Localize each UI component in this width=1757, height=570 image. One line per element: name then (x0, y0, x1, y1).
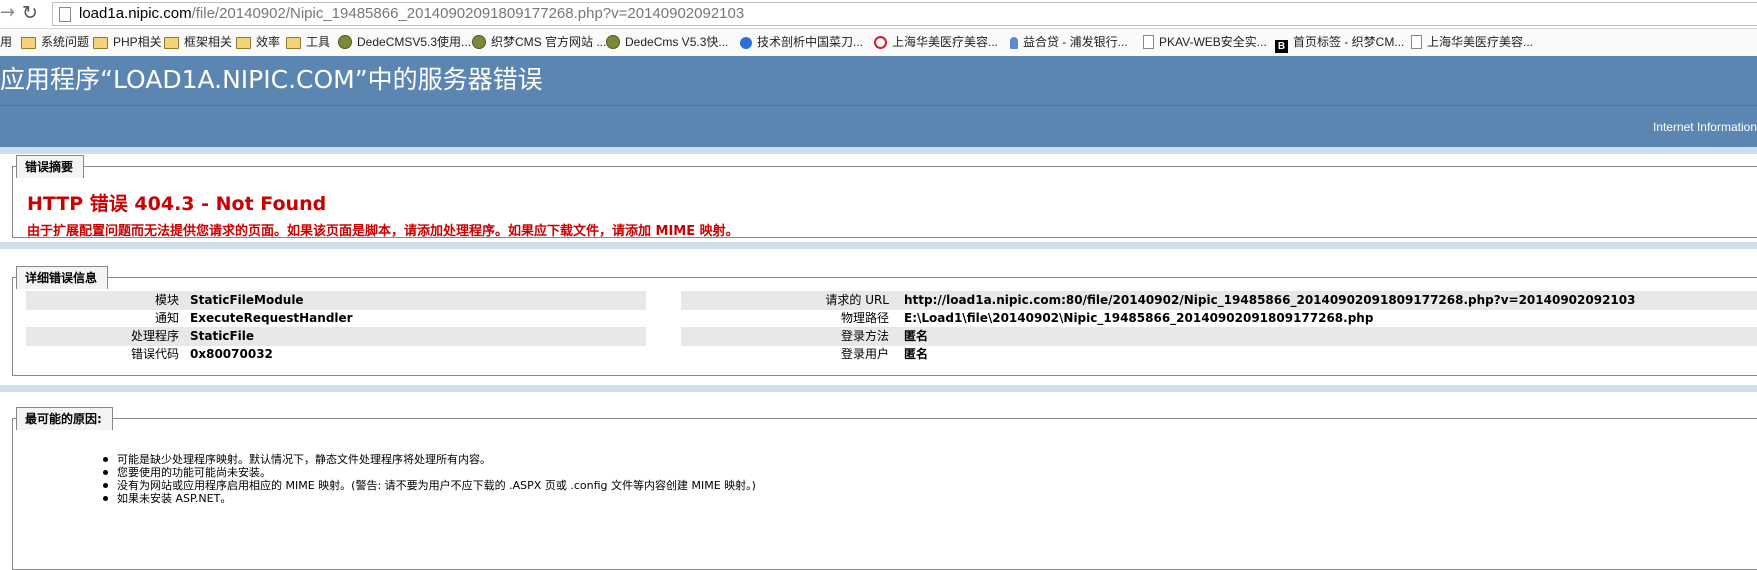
detail-key: 模块 (154, 293, 179, 307)
request-url: http://load1a.nipic.com:80/file/20140902… (904, 293, 1636, 307)
browser-address-bar: → ↻ load1a.nipic.com/file/20140902/Nipic… (0, 0, 1757, 29)
bookmark-label: 框架相关 (184, 35, 233, 49)
detail-row: 处理程序 StaticFile (26, 327, 646, 346)
causes-list: 可能是缺少处理程序映射。默认情况下，静态文件处理程序将处理所有内容。 您要使用的… (101, 453, 756, 505)
list-item: 可能是缺少处理程序映射。默认情况下，静态文件处理程序将处理所有内容。 (101, 453, 756, 466)
detail-row: 请求的 URL http://load1a.nipic.com:80/file/… (681, 291, 1757, 310)
detail-row: 通知 ExecuteRequestHandler (26, 309, 646, 328)
detail-value: 匿名 (904, 347, 929, 361)
detail-value: 0x80070032 (190, 347, 273, 361)
page-icon (1143, 35, 1154, 49)
detail-key: 错误代码 (130, 347, 179, 361)
error-description: 由于扩展配置问题而无法提供您请求的页面。如果该页面是脚本，请添加处理程序。如果应… (27, 224, 739, 239)
bookmark-label: DedeCMSV5.3使用... (357, 35, 472, 49)
error-details: 详细错误信息 模块 StaticFileModule 通知 ExecuteReq… (12, 266, 1757, 376)
bookmark-folder[interactable]: PHP相关 (93, 34, 162, 51)
detail-key: 登录用户 (840, 347, 889, 361)
server-banner: Internet Information (0, 105, 1757, 148)
divider (0, 242, 1757, 249)
detail-key: 通知 (154, 311, 179, 325)
bookmark-item[interactable]: 用 (0, 34, 12, 51)
folder-icon (21, 37, 36, 49)
detail-key: 登录方法 (840, 329, 889, 343)
server-name: Internet Information (1652, 120, 1757, 134)
bookmark-label: 效率 (256, 35, 281, 49)
detail-row: 物理路径 E:\Load1\file\20140902\Nipic_194858… (681, 309, 1757, 328)
bookmark-item[interactable]: DedeCMSV5.3使用... (338, 34, 471, 51)
bookmark-folder[interactable]: 工具 (286, 34, 330, 51)
detail-row: 错误代码 0x80070032 (26, 345, 646, 364)
detail-key: 物理路径 (840, 311, 889, 325)
detail-key: 处理程序 (130, 329, 179, 343)
list-item: 没有为网站或应用程序启用相应的 MIME 映射。(警告: 请不要为用户不应下载的… (101, 479, 756, 492)
bookmark-label: 织梦CMS 官方网站 ... (491, 35, 607, 49)
folder-icon (286, 37, 301, 49)
bookmark-item[interactable]: 织梦CMS 官方网站 ... (472, 34, 606, 51)
blue-icon (740, 37, 752, 49)
folder-icon (93, 37, 108, 49)
bookmark-item[interactable]: 技术剖析中国菜刀... (740, 34, 863, 51)
error-header: 应用程序“LOAD1A.NIPIC.COM”中的服务器错误 (0, 56, 1757, 105)
b-icon: B (1275, 40, 1288, 53)
details-legend: 详细错误信息 (16, 266, 109, 289)
dede-icon (338, 35, 352, 49)
divider (0, 147, 1757, 154)
bookmark-label: DedeCms V5.3快... (625, 35, 729, 49)
bookmark-folder[interactable]: 框架相关 (164, 34, 232, 51)
page-title: 应用程序“LOAD1A.NIPIC.COM”中的服务器错误 (0, 65, 543, 94)
bookmark-label: 用 (0, 35, 13, 49)
summary-legend: 错误摘要 (16, 155, 85, 178)
page-icon (59, 7, 71, 22)
bookmark-label: 首页标签 - 织梦CM... (1293, 35, 1405, 49)
bookmark-label: PKAV-WEB安全实... (1159, 35, 1267, 49)
bookmark-label: 益合贷 - 浦发银行... (1023, 35, 1128, 49)
bookmark-label: 技术剖析中国菜刀... (757, 35, 864, 49)
error-summary: 错误摘要 HTTP 错误 404.3 - Not Found 由于扩展配置问题而… (12, 155, 1757, 239)
reload-icon[interactable]: ↻ (22, 2, 38, 24)
bookmark-item[interactable]: PKAV-WEB安全实... (1143, 34, 1267, 51)
page-icon (1411, 35, 1422, 49)
url-input[interactable]: load1a.nipic.com/file/20140902/Nipic_194… (52, 2, 1757, 26)
physical-path: E:\Load1\file\20140902\Nipic_19485866_20… (904, 311, 1374, 325)
dede-icon (472, 35, 486, 49)
bookmark-label: 上海华美医疗美容... (1427, 35, 1534, 49)
bookmark-item[interactable]: DedeCms V5.3快... (606, 34, 728, 51)
bookmark-item[interactable]: 上海华美医疗美容... (1411, 34, 1533, 51)
detail-value: StaticFileModule (190, 293, 304, 307)
back-arrow-icon[interactable]: → (0, 2, 15, 24)
bookmark-label: 工具 (306, 35, 331, 49)
bookmark-item[interactable]: 上海华美医疗美容... (874, 34, 998, 51)
list-item: 如果未安装 ASP.NET。 (101, 492, 756, 505)
bookmark-label: 上海华美医疗美容... (892, 35, 999, 49)
folder-icon (164, 37, 179, 49)
likely-causes: 最可能的原因: 可能是缺少处理程序映射。默认情况下，静态文件处理程序将处理所有内… (12, 407, 1757, 570)
list-item: 您要使用的功能可能尚未安装。 (101, 466, 756, 479)
folder-icon (236, 37, 251, 49)
detail-key: 请求的 URL (825, 293, 889, 307)
dede-icon (606, 35, 620, 49)
bookmark-label: 系统问题 (41, 35, 90, 49)
red-ring-icon (874, 36, 887, 49)
person-icon (1010, 37, 1018, 49)
bookmark-label: PHP相关 (113, 35, 162, 49)
detail-value: StaticFile (190, 329, 255, 343)
detail-row: 登录方法 匿名 (681, 327, 1757, 346)
detail-value: 匿名 (904, 329, 929, 343)
bookmark-item[interactable]: B 首页标签 - 织梦CM... (1275, 34, 1405, 53)
bookmark-folder[interactable]: 系统问题 (21, 34, 89, 51)
bookmarks-bar: 用 系统问题 PHP相关 框架相关 效率 工具 DedeCMSV5.3使用...… (0, 29, 1757, 57)
causes-legend: 最可能的原因: (16, 407, 113, 430)
bookmark-folder[interactable]: 效率 (236, 34, 280, 51)
detail-row: 登录用户 匿名 (681, 345, 1757, 364)
bookmark-item[interactable]: 益合贷 - 浦发银行... (1010, 34, 1128, 51)
error-title: HTTP 错误 404.3 - Not Found (27, 193, 327, 215)
url-path: /file/20140902/Nipic_19485866_2014090209… (191, 5, 745, 22)
url-host: load1a.nipic.com (79, 5, 192, 22)
detail-row: 模块 StaticFileModule (26, 291, 646, 310)
detail-value: ExecuteRequestHandler (190, 311, 353, 325)
divider (0, 385, 1757, 392)
